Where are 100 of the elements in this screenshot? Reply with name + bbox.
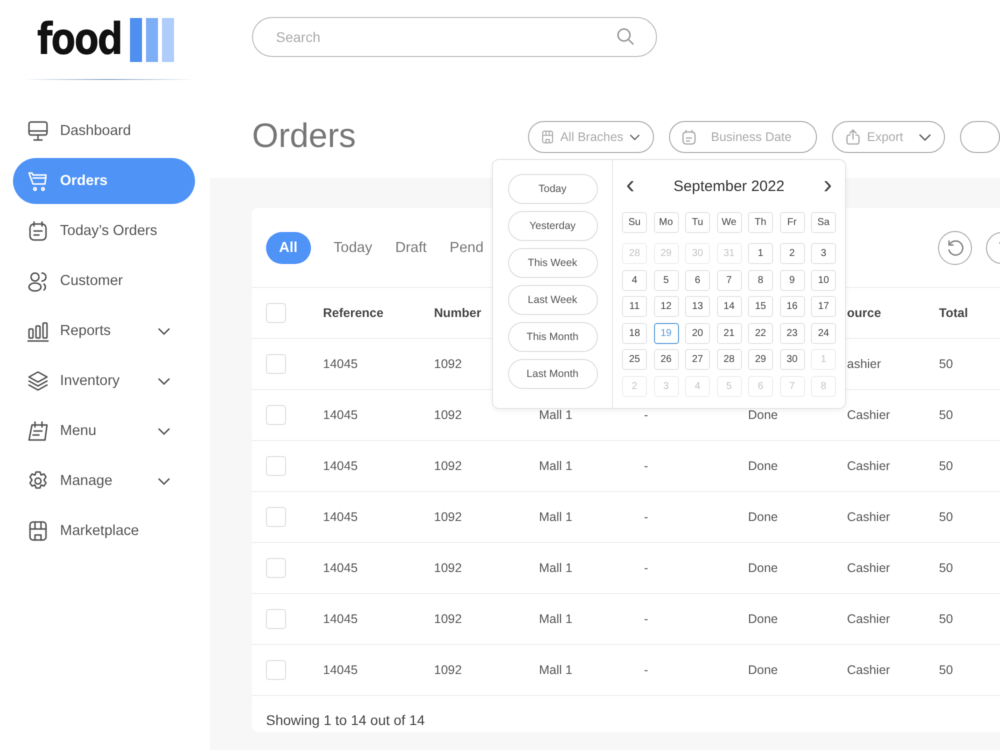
sidebar-item[interactable]: Manage [13,458,195,504]
calendar-day[interactable]: 15 [748,296,773,318]
table-cell-text: 50 [939,408,954,422]
table-cell-text: Mall 1 [539,561,574,575]
calendar-day[interactable]: 20 [685,322,710,344]
date-field[interactable]: Business Date [669,120,817,152]
status-tab[interactable]: Pend [450,232,484,264]
preset-button[interactable]: Today [508,174,598,204]
status-tab[interactable]: Draft [395,232,427,264]
cart-icon [27,170,49,192]
calendar-day[interactable]: 29 [748,349,773,370]
calendar-day[interactable]: 26 [654,349,678,370]
preset-button[interactable]: This Month [508,322,598,352]
table-cell-text: Done [748,459,779,473]
page-title: Orders [252,117,357,156]
previous-month-button[interactable]: ‹ [626,172,635,200]
weekday-label: Su [622,212,647,233]
table-cell-text: 14045 [323,510,359,524]
search-icon [616,27,634,45]
calendar-day[interactable]: 21 [716,322,742,344]
calendar-day[interactable]: 25 [622,349,647,370]
sidebar-item[interactable]: Reports [13,308,195,354]
table-cell-text: 14045 [323,459,359,473]
preset-button[interactable]: Last Month [508,359,598,389]
table-cell-text: 14045 [323,561,359,575]
sidebar-item[interactable]: Dashboard [13,108,195,154]
sidebar-item[interactable]: Marketplace [13,508,195,554]
calendar-day[interactable]: 2 [780,243,804,264]
table-cell-text: Cashier [847,510,892,524]
refresh-button[interactable] [938,230,972,264]
table-cell-text: Mall 1 [539,510,574,524]
row-checkbox[interactable] [266,558,286,578]
calendar-day[interactable]: 30 [780,349,804,370]
table-cell-text: Mall 1 [539,612,574,626]
sidebar-item[interactable]: Today’s Orders [13,208,195,254]
sidebar-item[interactable]: Customer [13,258,195,304]
table-cell-text: 14045 [323,663,359,677]
calendar-day[interactable]: 10 [811,270,836,291]
layers-icon [27,370,49,392]
calendar-day[interactable]: 11 [622,296,647,318]
status-tab[interactable]: Today [334,232,372,264]
toolbar-button[interactable] [960,120,1000,152]
users-icon [27,270,49,292]
search-field[interactable]: Search [252,17,657,57]
calendar-day[interactable]: 14 [716,296,742,318]
table-cell-text: - [644,510,650,524]
table-cell-text: Cashier [847,561,892,575]
table-cell-text: Mall 1 [539,663,574,677]
row-checkbox[interactable] [266,507,286,527]
table-cell-text: Done [748,561,779,575]
table-cell-text: Cashier [847,459,892,473]
row-checkbox[interactable] [266,405,286,425]
table-cell-text: 50 [939,357,954,371]
next-month-button[interactable]: › [823,172,832,200]
table-cell-text: 1092 [434,408,463,422]
calendar-day[interactable]: 8 [748,270,773,291]
calendar-day[interactable]: 27 [685,349,710,370]
calendar-day[interactable]: 17 [811,296,836,318]
storefront-icon [541,128,554,144]
calendar-day[interactable]: 4 [622,270,647,291]
weekday-label: We [716,212,742,233]
row-checkbox[interactable] [266,609,286,629]
select-all-checkbox[interactable] [266,303,286,323]
column-header: Number [434,306,482,320]
calendar-icon [681,128,697,144]
preset-button[interactable]: Last Week [508,285,598,315]
calendar-day[interactable]: 24 [811,322,836,344]
calendar-day[interactable]: 13 [685,296,710,318]
table-cell-text: 50 [939,561,954,575]
table-cell-text: Cashier [847,663,892,677]
row-checkbox[interactable] [266,660,286,680]
refresh-icon [946,238,964,256]
calendar-day[interactable]: 22 [748,322,773,344]
preset-button[interactable]: Yesterday [508,211,598,241]
table-cell-text: Mall 1 [539,459,574,473]
weekday-label: Fr [780,212,804,233]
logo-bars-icon [130,18,176,62]
preset-button[interactable]: This Week [508,248,598,278]
row-checkbox[interactable] [266,354,286,374]
gear-icon [27,470,49,492]
calendar-day[interactable]: 23 [780,322,804,344]
calendar-day[interactable]: 7 [716,270,742,291]
calendar-day[interactable]: 9 [780,270,804,291]
column-header: Total [939,306,969,320]
calendar-day[interactable]: 18 [622,322,647,344]
calendar-day[interactable]: 12 [654,296,678,318]
sidebar-item[interactable]: Menu [13,408,195,454]
calendar-day[interactable]: 5 [654,270,678,291]
calendar-day[interactable]: 6 [685,270,710,291]
storefront-icon [27,520,49,542]
calendar-day[interactable]: 28 [716,349,742,370]
table-cell-text: - [644,561,650,575]
row-checkbox[interactable] [266,456,286,476]
notepad-icon [27,420,49,442]
calendar-day[interactable]: 1 [748,243,773,264]
column-header: Reference [323,306,384,320]
table-cell-text: 1092 [434,510,463,524]
calendar-day[interactable]: 3 [811,243,836,264]
sidebar-item[interactable]: Inventory [13,358,195,404]
calendar-day[interactable]: 16 [780,296,804,318]
